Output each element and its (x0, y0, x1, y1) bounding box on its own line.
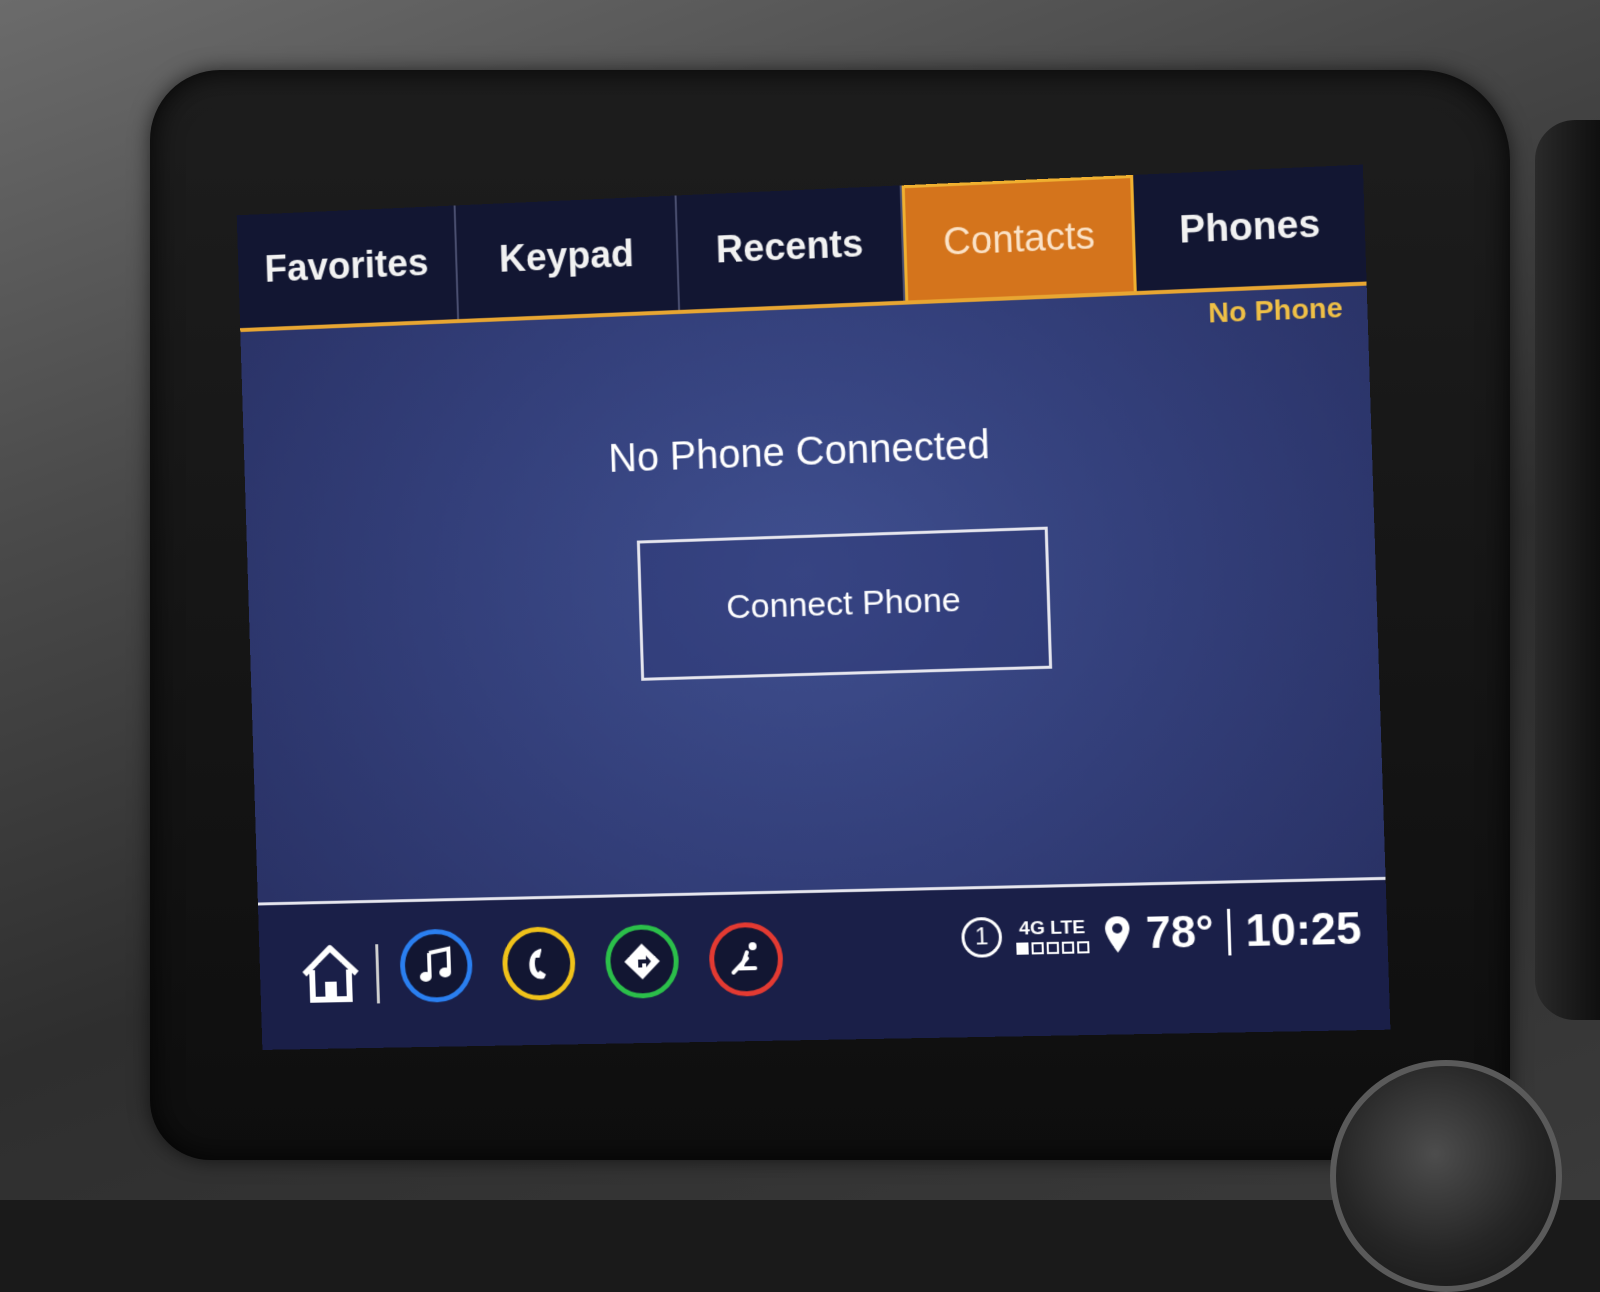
status-area: 1 4G LTE 78° 10:25 (960, 889, 1362, 978)
navigation-icon[interactable] (604, 923, 680, 999)
climate-seat-icon[interactable] (708, 921, 785, 997)
no-phone-message: No Phone Connected (607, 422, 991, 481)
signal-bars (1016, 940, 1090, 955)
tab-recents[interactable]: Recents (676, 185, 906, 310)
volume-knob[interactable] (1330, 1060, 1562, 1292)
tab-contacts[interactable]: Contacts (901, 174, 1138, 301)
air-vent (1535, 120, 1600, 1020)
signal-bar (1016, 941, 1029, 955)
network-label: 4G LTE (1018, 916, 1086, 940)
signal-bar (1076, 940, 1090, 954)
location-pin-icon (1104, 916, 1131, 953)
home-icon[interactable] (296, 938, 366, 1008)
infotainment-screen: Favorites Keypad Recents Contacts Phones… (236, 164, 1391, 1050)
connect-phone-button[interactable]: Connect Phone (636, 526, 1053, 681)
notification-badge[interactable]: 1 (960, 916, 1003, 958)
tab-keypad[interactable]: Keypad (455, 195, 681, 320)
network-indicator: 4G LTE (1015, 916, 1090, 955)
outside-temperature: 78° (1145, 907, 1215, 959)
signal-bar (1061, 940, 1075, 954)
tab-phones[interactable]: Phones (1133, 165, 1366, 291)
tab-favorites[interactable]: Favorites (236, 205, 459, 329)
signal-bar (1046, 941, 1060, 954)
status-divider (1227, 908, 1232, 956)
phone-icon[interactable] (501, 926, 577, 1001)
music-icon[interactable] (399, 928, 474, 1003)
bottom-bar: 1 4G LTE 78° 10:25 (257, 876, 1391, 1050)
signal-bar (1031, 941, 1044, 954)
phone-status-label: No Phone (1207, 291, 1344, 329)
clock: 10:25 (1244, 903, 1363, 957)
home-divider (375, 944, 380, 1004)
